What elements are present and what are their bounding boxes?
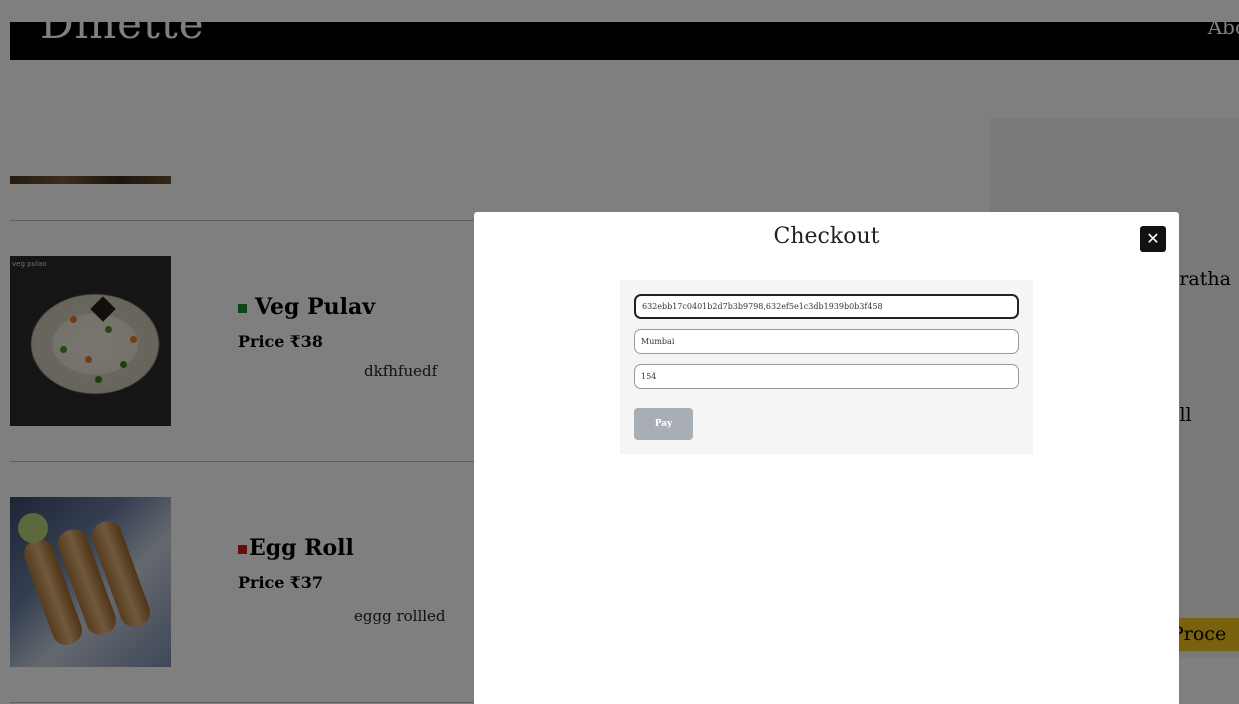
checkout-form: 632ebb17c0401b2d7b3b9798,632ef5e1c3db193… <box>620 280 1033 454</box>
close-icon[interactable]: ✕ <box>1140 226 1166 252</box>
checkout-modal: Checkout ✕ 632ebb17c0401b2d7b3b9798,632e… <box>474 212 1179 704</box>
city-field[interactable]: Mumbai <box>634 329 1019 354</box>
modal-title: Checkout <box>773 224 880 249</box>
order-ids-field[interactable]: 632ebb17c0401b2d7b3b9798,632ef5e1c3db193… <box>634 294 1019 319</box>
page: Dinette Abo veg pulao Veg Pulav Price ₹3… <box>0 0 1239 704</box>
amount-field[interactable]: 154 <box>634 364 1019 389</box>
pay-button[interactable]: Pay <box>634 408 693 440</box>
